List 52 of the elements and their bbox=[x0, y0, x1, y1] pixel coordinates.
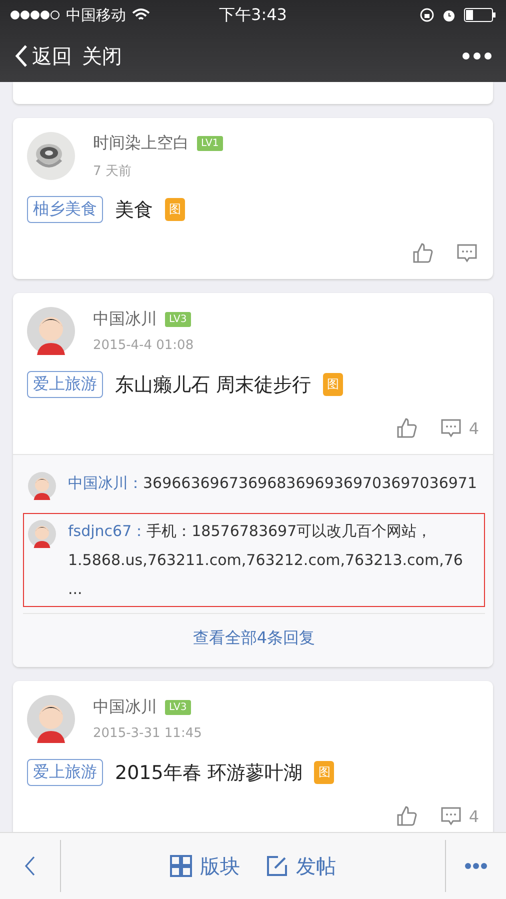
reply-text: fsdjnc67：手机：18576783697可以改几百个网站， bbox=[68, 521, 433, 542]
post-title: 美食 bbox=[115, 198, 153, 222]
user-name: 中国冰川 bbox=[93, 309, 157, 330]
comment-count: 4 bbox=[468, 806, 479, 826]
post-title: 2015年春 环游蓼叶湖 bbox=[115, 760, 302, 786]
user-name: 中国冰川 bbox=[93, 697, 157, 718]
level-badge: LV3 bbox=[165, 312, 191, 327]
more-icon[interactable] bbox=[462, 52, 492, 60]
forum-tag[interactable]: 爱上旅游 bbox=[27, 371, 103, 398]
post-time: 2015-4-4 01:08 bbox=[93, 338, 194, 353]
reply-text: ... bbox=[68, 579, 84, 600]
thumbs-up-icon[interactable] bbox=[394, 804, 419, 828]
thumbs-up-icon[interactable] bbox=[411, 241, 435, 265]
battery-icon bbox=[464, 8, 496, 22]
post-card[interactable]: 中国冰川 LV3 2015-3-31 11:45 爱上旅游 2015年春 环游蓼叶湖 图 4 bbox=[13, 681, 493, 832]
wifi-icon bbox=[132, 8, 150, 22]
post-card[interactable]: 时间染上空白 LV1 7 天前 柚乡美食 美食 图 bbox=[13, 118, 493, 279]
forum-tag[interactable]: 爱上旅游 bbox=[27, 759, 103, 786]
post-time: 7 天前 bbox=[93, 162, 132, 180]
forums-button[interactable]: 版块 bbox=[170, 852, 240, 880]
rotation-lock-icon bbox=[420, 8, 434, 22]
avatar-icon bbox=[27, 307, 75, 355]
post-card[interactable]: 中国冰川 LV3 2015-4-4 01:08 爱上旅游 东山癞儿石 周末徒步行 图 4 中国冰川：36966369673696836969369703697036971 fsdjnc67：手机：18576783697可以改几百个网站， 1.5868.us,763211.com,763212.com,763213.com,76 ... 查看全部4条回复 bbox=[13, 293, 493, 667]
post-title: 东山癞儿石 周末徒步行 bbox=[115, 372, 312, 398]
grid-icon bbox=[170, 855, 192, 877]
cup-avatar-icon bbox=[27, 132, 75, 180]
image-badge: 图 bbox=[165, 198, 185, 221]
avatar-icon bbox=[28, 520, 56, 548]
post-time: 2015-3-31 11:45 bbox=[93, 726, 202, 741]
comment-count: 4 bbox=[468, 418, 479, 438]
image-badge: 图 bbox=[314, 761, 334, 784]
edit-icon bbox=[266, 855, 288, 877]
level-badge: LV3 bbox=[165, 700, 191, 715]
back-button[interactable]: 返回 bbox=[14, 42, 72, 70]
alarm-icon bbox=[442, 8, 456, 22]
view-all-replies-link[interactable]: 查看全部4条回复 bbox=[23, 613, 485, 667]
forum-tag[interactable]: 柚乡美食 bbox=[27, 196, 103, 223]
level-badge: LV1 bbox=[197, 136, 223, 150]
user-name: 时间染上空白 bbox=[93, 132, 189, 154]
avatar-icon bbox=[28, 472, 56, 500]
reply-text: 1.5868.us,763211.com,763212.com,763213.com,76 bbox=[68, 550, 463, 571]
back-icon bbox=[14, 44, 28, 68]
close-button[interactable]: 关闭 bbox=[82, 42, 122, 70]
signal-icon bbox=[10, 10, 60, 20]
image-badge: 图 bbox=[323, 373, 344, 396]
thumbs-up-icon[interactable] bbox=[394, 416, 419, 440]
reply-text: 中国冰川：36966369673696836969369703697036971 bbox=[68, 473, 478, 494]
clock: 下午3:43 bbox=[219, 4, 287, 26]
carrier-name: 中国移动 bbox=[66, 6, 126, 24]
back-icon[interactable] bbox=[24, 855, 36, 877]
avatar-icon bbox=[27, 695, 75, 743]
post-button[interactable]: 发帖 bbox=[266, 852, 336, 880]
